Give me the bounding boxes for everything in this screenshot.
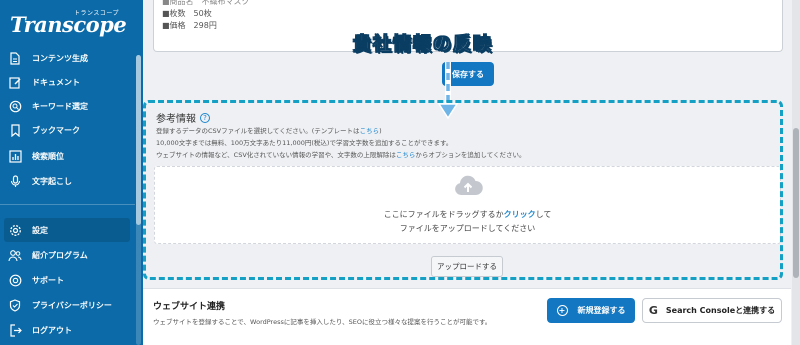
reference-desc-line-1: 登録するデータのCSVファイルを選択してください。(テンプレートはこちら) bbox=[156, 125, 526, 137]
sidebar-item-label: ブックマーク bbox=[32, 125, 80, 135]
reference-desc-text: ウェブサイトの情報など、CSV化されていない情報の学習や、文字数の上限解除は bbox=[156, 151, 396, 159]
sidebar-divider bbox=[0, 204, 135, 205]
reference-description: 登録するデータのCSVファイルを選択してください。(テンプレートはこちら) 10… bbox=[156, 125, 526, 161]
bookmark-icon bbox=[8, 123, 22, 137]
logout-icon bbox=[8, 323, 22, 337]
reference-desc-text: 登録するデータのCSVファイルを選択してください。(テンプレートは bbox=[156, 127, 360, 135]
logo[interactable]: トランスコープ Transcope bbox=[10, 6, 135, 37]
cloud-upload-icon bbox=[455, 175, 483, 195]
dropzone-text: ここにファイルをドラッグするか bbox=[383, 210, 504, 219]
dropzone-click-link[interactable]: クリック bbox=[504, 210, 536, 219]
microphone-icon bbox=[8, 174, 22, 188]
sidebar-item-label: キーワード選定 bbox=[32, 101, 88, 111]
main-content: ■商品名 不織布マスク ■枚数 50枚 ■価格 298円 保存する 貴社情報の反… bbox=[143, 0, 791, 345]
sidebar-item-transcription[interactable]: 文字起こし bbox=[0, 169, 135, 193]
upload-button[interactable]: アップロードする bbox=[431, 256, 503, 277]
plus-icon: + bbox=[556, 305, 568, 316]
sidebar-item-label: 紹介プログラム bbox=[32, 250, 88, 260]
sidebar-item-label: 設定 bbox=[32, 225, 48, 235]
sidebar: トランスコープ Transcope コンテンツ生成 ドキュメント キーワード選定… bbox=[0, 0, 143, 345]
new-registration-label: 新規登録する bbox=[577, 306, 626, 315]
sidebar-item-label: 文字起こし bbox=[32, 176, 72, 186]
document-icon bbox=[8, 51, 22, 65]
website-section-description: ウェブサイトを登録することで、WordPressに記事を挿入したり、SEOに役立… bbox=[153, 318, 492, 326]
sidebar-item-label: ログアウト bbox=[32, 325, 72, 335]
sidebar-item-label: ドキュメント bbox=[32, 77, 80, 87]
sidebar-scrollbar[interactable] bbox=[136, 55, 141, 345]
reference-title-text: 参考情報 bbox=[156, 114, 196, 125]
sidebar-item-label: コンテンツ生成 bbox=[32, 53, 88, 63]
file-dropzone[interactable]: ここにファイルをドラッグするかクリックして ファイルをアップロードしてください bbox=[154, 166, 781, 244]
reference-desc-line-2: 10,000文字までは無料、100万文字あたり11,000円(税込)で学習文字数… bbox=[156, 139, 453, 147]
sidebar-item-settings[interactable]: 設定 bbox=[4, 218, 130, 242]
users-icon bbox=[8, 248, 22, 262]
website-integration-section: ウェブサイト連携 ウェブサイトを登録することで、WordPressに記事を挿入し… bbox=[143, 288, 791, 345]
search-icon bbox=[8, 99, 22, 113]
gear-icon bbox=[8, 223, 22, 237]
sidebar-item-label: 検索順位 bbox=[32, 151, 64, 161]
sidebar-item-keywords[interactable]: キーワード選定 bbox=[0, 94, 135, 118]
sidebar-item-bookmarks[interactable]: ブックマーク bbox=[0, 118, 135, 142]
new-registration-button[interactable]: + 新規登録する bbox=[547, 298, 635, 323]
dropzone-text-line-2: ファイルをアップロードしてください bbox=[399, 224, 536, 233]
sidebar-item-documents[interactable]: ドキュメント bbox=[0, 70, 135, 94]
sidebar-item-label: プライバシーポリシー bbox=[32, 300, 112, 310]
reference-section-title: 参考情報 ? bbox=[156, 110, 210, 125]
sidebar-item-rankings[interactable]: 検索順位 bbox=[0, 144, 135, 168]
google-icon: G bbox=[648, 304, 658, 317]
chart-icon bbox=[8, 149, 22, 163]
sidebar-scrollbar-thumb[interactable] bbox=[136, 55, 141, 225]
page-scrollbar[interactable] bbox=[792, 0, 800, 345]
search-console-button[interactable]: G Search Consoleと連携する bbox=[642, 298, 782, 323]
support-icon bbox=[8, 273, 22, 287]
annotation-arrow bbox=[437, 62, 459, 120]
sidebar-item-label: サポート bbox=[32, 275, 64, 285]
shield-icon bbox=[8, 298, 22, 312]
search-console-label: Search Consoleと連携する bbox=[665, 306, 776, 315]
company-info-line: ■枚数 50枚 bbox=[162, 9, 212, 18]
option-link[interactable]: こちら bbox=[396, 151, 416, 159]
reference-desc-text: ) bbox=[379, 127, 382, 135]
template-link[interactable]: こちら bbox=[360, 127, 380, 135]
sidebar-item-referral[interactable]: 紹介プログラム bbox=[0, 243, 135, 267]
help-icon[interactable]: ? bbox=[200, 112, 210, 123]
company-info-line: ■商品名 不織布マスク bbox=[162, 0, 250, 6]
reference-desc-line-3: ウェブサイトの情報など、CSV化されていない情報の学習や、文字数の上限解除はこち… bbox=[156, 149, 526, 161]
dropzone-text: して bbox=[535, 210, 552, 219]
reference-desc-text: からオプションを追加してください。 bbox=[415, 151, 526, 159]
sidebar-item-content[interactable]: コンテンツ生成 bbox=[0, 46, 135, 70]
page-scrollbar-thumb[interactable] bbox=[793, 128, 799, 278]
logo-text: Transcope bbox=[10, 12, 127, 37]
website-section-title: ウェブサイト連携 bbox=[153, 302, 226, 312]
sidebar-item-support[interactable]: サポート bbox=[0, 268, 135, 292]
edit-icon bbox=[8, 75, 22, 89]
dropzone-text-line-1: ここにファイルをドラッグするかクリックして bbox=[155, 209, 780, 220]
sidebar-item-logout[interactable]: ログアウト bbox=[0, 318, 135, 342]
annotation-title: 貴社情報の反映 bbox=[353, 34, 493, 56]
sidebar-item-privacy[interactable]: プライバシーポリシー bbox=[0, 293, 135, 317]
